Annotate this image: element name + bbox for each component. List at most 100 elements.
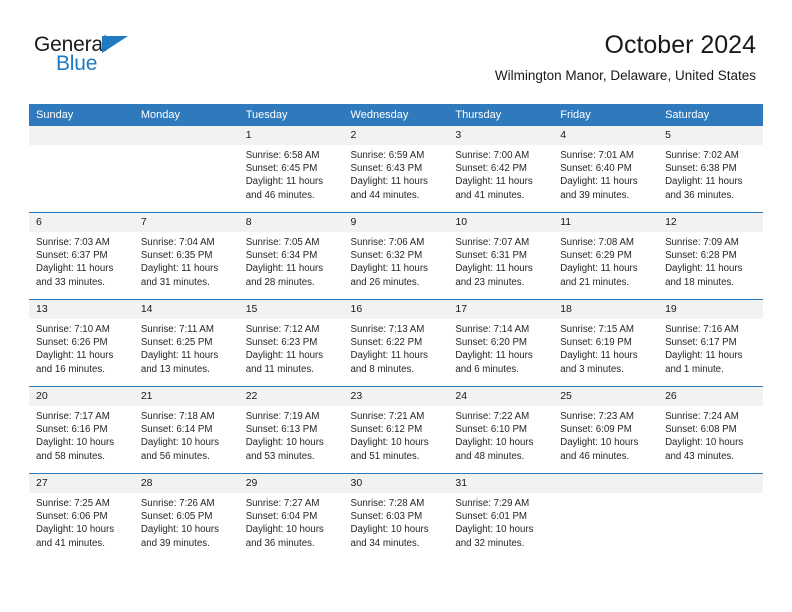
daylight-line-2: and 46 minutes.	[560, 450, 630, 462]
calendar-day-cell[interactable]: 18 Sunrise: 7:15 AM Sunset: 6:19 PM Dayligh…	[553, 299, 659, 387]
sunrise-line: Sunrise: 7:03 AM	[36, 237, 110, 248]
calendar-day-cell[interactable]: 1 Sunrise: 6:58 AM Sunset: 6:45 PM Daylight…	[238, 126, 344, 213]
sunset-line: Sunset: 6:03 PM	[350, 511, 423, 523]
calendar-body: 1 Sunrise: 6:58 AM Sunset: 6:45 PM Daylight…	[29, 126, 763, 560]
calendar-day-cell[interactable]: 31 Sunrise: 7:29 AM Sunset: 6:01 PM Dayligh…	[448, 473, 554, 560]
calendar-day-cell[interactable]: 7 Sunrise: 7:04 AM Sunset: 6:35 PM Daylight…	[133, 212, 239, 300]
day-number: 1	[238, 126, 344, 145]
daylight-line-1: Daylight: 10 hours	[665, 437, 744, 449]
calendar-day-cell[interactable]: 28 Sunrise: 7:26 AM Sunset: 6:05 PM Dayligh…	[133, 473, 239, 560]
daylight-line-1: Daylight: 11 hours	[245, 176, 324, 188]
calendar-day-cell[interactable]: 27 Sunrise: 7:25 AM Sunset: 6:06 PM Dayligh…	[29, 473, 134, 560]
sunset-line: Sunset: 6:04 PM	[245, 511, 318, 523]
calendar-day-cell[interactable]: 4 Sunrise: 7:01 AM Sunset: 6:40 PM Daylight…	[553, 126, 659, 213]
day-number: 20	[29, 387, 134, 406]
day-number: 25	[553, 387, 659, 406]
sunset-line: Sunset: 6:22 PM	[350, 337, 423, 349]
daylight-line-1: Daylight: 10 hours	[350, 524, 429, 536]
day-number: 30	[343, 474, 449, 493]
weekday-header-thursday: Thursday	[448, 104, 554, 126]
day-sun-info: Sunrise: 6:59 AM Sunset: 6:43 PM Daylight:…	[344, 145, 449, 202]
day-number: 13	[29, 300, 134, 319]
sunrise-line: Sunrise: 7:26 AM	[140, 498, 215, 509]
daylight-line-1: Daylight: 11 hours	[665, 350, 743, 362]
calendar-day-cell[interactable]: 12 Sunrise: 7:09 AM Sunset: 6:28 PM Dayligh…	[658, 212, 763, 300]
daylight-line-2: and 28 minutes.	[245, 276, 315, 288]
calendar-day-cell[interactable]: 10 Sunrise: 7:07 AM Sunset: 6:31 PM Dayligh…	[448, 212, 554, 300]
calendar-day-cell[interactable]: 23 Sunrise: 7:21 AM Sunset: 6:12 PM Dayligh…	[343, 386, 449, 474]
sunset-line: Sunset: 6:45 PM	[245, 163, 318, 175]
day-sun-info: Sunrise: 7:24 AM Sunset: 6:08 PM Daylight:…	[658, 406, 763, 463]
sunset-line: Sunset: 6:43 PM	[350, 163, 423, 175]
daylight-line-2: and 23 minutes.	[455, 276, 525, 288]
day-number: 27	[29, 474, 134, 493]
day-sun-info: Sunrise: 7:23 AM Sunset: 6:09 PM Daylight:…	[553, 406, 658, 463]
daylight-line-1: Daylight: 10 hours	[350, 437, 429, 449]
general-blue-logo[interactable]: General Blue	[34, 33, 154, 81]
calendar-week-row: 13 Sunrise: 7:10 AM Sunset: 6:26 PM Dayligh…	[29, 299, 763, 387]
calendar-day-cell[interactable]: 15 Sunrise: 7:12 AM Sunset: 6:23 PM Dayligh…	[238, 299, 344, 387]
day-number	[29, 126, 134, 145]
calendar-day-cell[interactable]: 2 Sunrise: 6:59 AM Sunset: 6:43 PM Daylight…	[343, 126, 449, 213]
daylight-line-1: Daylight: 11 hours	[560, 350, 638, 362]
calendar-day-cell[interactable]: 26 Sunrise: 7:24 AM Sunset: 6:08 PM Dayligh…	[658, 386, 763, 474]
calendar-day-cell[interactable]: 13 Sunrise: 7:10 AM Sunset: 6:26 PM Dayligh…	[29, 299, 134, 387]
day-number	[553, 474, 659, 493]
sunset-line: Sunset: 6:42 PM	[455, 163, 527, 175]
sunset-line: Sunset: 6:19 PM	[560, 337, 632, 349]
daylight-line-2: and 48 minutes.	[455, 450, 525, 462]
sunrise-line: Sunrise: 7:04 AM	[140, 237, 215, 248]
calendar-day-cell[interactable]: 11 Sunrise: 7:08 AM Sunset: 6:29 PM Dayligh…	[553, 212, 659, 300]
daylight-line-1: Daylight: 11 hours	[350, 263, 428, 275]
calendar-day-cell[interactable]: 19 Sunrise: 7:16 AM Sunset: 6:17 PM Dayligh…	[658, 299, 763, 387]
sunset-line: Sunset: 6:14 PM	[140, 424, 213, 436]
calendar-day-cell[interactable]: 29 Sunrise: 7:27 AM Sunset: 6:04 PM Dayligh…	[238, 473, 344, 560]
sunrise-line: Sunrise: 7:17 AM	[36, 411, 110, 422]
day-sun-info: Sunrise: 7:01 AM Sunset: 6:40 PM Daylight:…	[553, 145, 658, 202]
day-number: 6	[29, 213, 134, 232]
daylight-line-2: and 21 minutes.	[560, 276, 630, 288]
day-number	[133, 126, 239, 145]
calendar-day-cell[interactable]: 6 Sunrise: 7:03 AM Sunset: 6:37 PM Daylight…	[29, 212, 134, 300]
calendar-day-cell[interactable]: 21 Sunrise: 7:18 AM Sunset: 6:14 PM Dayligh…	[133, 386, 239, 474]
calendar-day-cell[interactable]: 25 Sunrise: 7:23 AM Sunset: 6:09 PM Dayligh…	[553, 386, 659, 474]
weekday-header-monday: Monday	[133, 104, 239, 126]
calendar-day-cell[interactable]: 3 Sunrise: 7:00 AM Sunset: 6:42 PM Daylight…	[448, 126, 554, 213]
calendar-day-cell[interactable]: 9 Sunrise: 7:06 AM Sunset: 6:32 PM Daylight…	[343, 212, 449, 300]
day-number: 18	[553, 300, 659, 319]
sunrise-line: Sunrise: 7:27 AM	[245, 498, 320, 509]
daylight-line-1: Daylight: 11 hours	[665, 176, 743, 188]
calendar-day-cell[interactable]: 14 Sunrise: 7:11 AM Sunset: 6:25 PM Dayligh…	[133, 299, 239, 387]
sunset-line: Sunset: 6:35 PM	[140, 250, 213, 262]
day-number: 14	[133, 300, 239, 319]
calendar-day-cell[interactable]: 17 Sunrise: 7:14 AM Sunset: 6:20 PM Dayligh…	[448, 299, 554, 387]
day-number: 10	[448, 213, 554, 232]
day-sun-info: Sunrise: 7:14 AM Sunset: 6:20 PM Daylight:…	[448, 319, 553, 376]
calendar-day-cell[interactable]: 5 Sunrise: 7:02 AM Sunset: 6:38 PM Daylight…	[658, 126, 763, 213]
day-number: 19	[658, 300, 763, 319]
sunset-line: Sunset: 6:05 PM	[140, 511, 213, 523]
calendar-day-cell[interactable]: 30 Sunrise: 7:28 AM Sunset: 6:03 PM Dayligh…	[343, 473, 449, 560]
day-number: 23	[343, 387, 449, 406]
sunset-line: Sunset: 6:28 PM	[665, 250, 737, 262]
day-sun-info: Sunrise: 7:26 AM Sunset: 6:05 PM Daylight:…	[134, 493, 239, 550]
sunset-line: Sunset: 6:13 PM	[245, 424, 318, 436]
day-sun-info: Sunrise: 7:10 AM Sunset: 6:26 PM Daylight:…	[29, 319, 134, 376]
day-number: 9	[343, 213, 449, 232]
sunset-line: Sunset: 6:20 PM	[455, 337, 527, 349]
day-number: 16	[343, 300, 449, 319]
calendar-day-cell[interactable]: 20 Sunrise: 7:17 AM Sunset: 6:16 PM Dayligh…	[29, 386, 134, 474]
calendar-day-cell[interactable]: 8 Sunrise: 7:05 AM Sunset: 6:34 PM Daylight…	[238, 212, 344, 300]
calendar-day-cell[interactable]: 16 Sunrise: 7:13 AM Sunset: 6:22 PM Dayligh…	[343, 299, 449, 387]
day-sun-info: Sunrise: 7:17 AM Sunset: 6:16 PM Daylight:…	[29, 406, 134, 463]
day-number: 5	[658, 126, 763, 145]
sunrise-line: Sunrise: 7:07 AM	[455, 237, 530, 248]
calendar-cell-empty	[658, 473, 763, 560]
calendar-day-cell[interactable]: 24 Sunrise: 7:22 AM Sunset: 6:10 PM Dayligh…	[448, 386, 554, 474]
daylight-line-1: Daylight: 10 hours	[36, 437, 115, 449]
daylight-line-1: Daylight: 11 hours	[455, 176, 533, 188]
calendar-day-cell[interactable]: 22 Sunrise: 7:19 AM Sunset: 6:13 PM Dayligh…	[238, 386, 344, 474]
daylight-line-1: Daylight: 11 hours	[560, 263, 638, 275]
calendar-week-row: 1 Sunrise: 6:58 AM Sunset: 6:45 PM Daylight…	[29, 126, 763, 213]
daylight-line-1: Daylight: 10 hours	[140, 437, 219, 449]
